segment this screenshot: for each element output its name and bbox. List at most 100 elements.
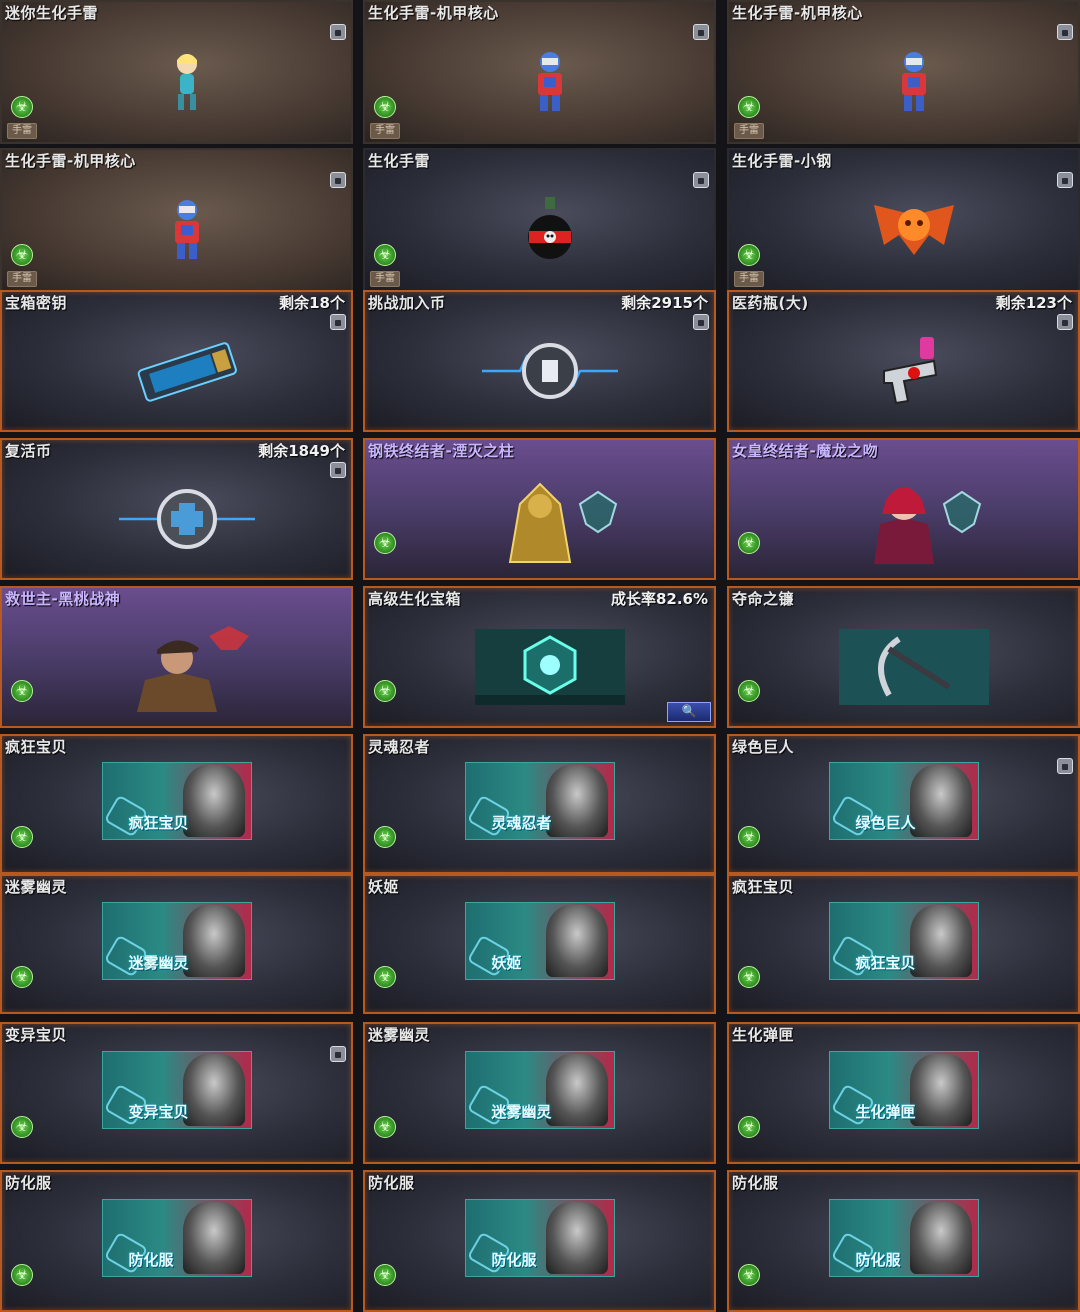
- item-name: 疯狂宝贝: [5, 738, 68, 756]
- character-portrait: [909, 765, 972, 838]
- item-type-tag: 手雷: [734, 123, 764, 139]
- inventory-slot[interactable]: 灵魂忍者 灵魂忍者 ☣: [363, 734, 716, 874]
- trash-lock-icon[interactable]: [693, 24, 709, 40]
- trash-lock-icon[interactable]: [330, 314, 346, 330]
- item-name: 生化手雷-小钢: [732, 152, 832, 170]
- magnify-button[interactable]: 🔍: [667, 702, 711, 722]
- banner-label: 防化服: [491, 1251, 537, 1270]
- red-queen-icon: [844, 474, 984, 568]
- item-name: 宝箱密钥: [5, 294, 68, 312]
- item-count: 剩余2915个: [621, 294, 708, 312]
- inventory-slot[interactable]: 生化手雷-机甲核心 ☣ 手雷: [727, 0, 1080, 144]
- biohazard-icon: ☣: [11, 244, 33, 266]
- banner-label: 防化服: [128, 1251, 174, 1270]
- trash-lock-icon[interactable]: [1057, 758, 1073, 774]
- inventory-slot[interactable]: 防化服 防化服 ☣: [0, 1170, 353, 1312]
- inventory-slot[interactable]: 绿色巨人 绿色巨人 ☣: [727, 734, 1080, 874]
- trash-lock-icon[interactable]: [693, 314, 709, 330]
- item-name: 救世主-黑桃战神: [5, 590, 121, 608]
- item-banner: 疯狂宝贝: [828, 902, 979, 981]
- inventory-slot[interactable]: 疯狂宝贝 疯狂宝贝 ☣: [727, 874, 1080, 1014]
- item-name: 生化手雷-机甲核心: [5, 152, 136, 170]
- orange-bat-icon: [869, 195, 959, 269]
- trash-lock-icon[interactable]: [330, 462, 346, 478]
- inventory-slot[interactable]: 妖姬 妖姬 ☣: [363, 874, 716, 1014]
- trash-lock-icon[interactable]: [1057, 172, 1073, 188]
- trash-lock-icon[interactable]: [693, 172, 709, 188]
- inventory-slot[interactable]: 生化手雷-机甲核心 ☣ 手雷: [363, 0, 716, 144]
- key-card-icon: [132, 338, 242, 408]
- inventory-slot[interactable]: 防化服 防化服 ☣: [727, 1170, 1080, 1312]
- banner-label: 妖姬: [491, 954, 522, 973]
- item-name: 防化服: [368, 1174, 415, 1192]
- item-name: 生化手雷: [368, 152, 431, 170]
- item-name: 生化手雷-机甲核心: [732, 4, 863, 22]
- item-count: 剩余18个: [279, 294, 345, 312]
- biohazard-icon: ☣: [11, 826, 33, 848]
- inventory-slot[interactable]: 钢铁终结者-湮灭之柱 ☣: [363, 438, 716, 580]
- inventory-slot[interactable]: 救世主-黑桃战神 ☣: [0, 586, 353, 728]
- inventory-slot[interactable]: 宝箱密钥 剩余18个: [0, 290, 353, 432]
- inventory-slot[interactable]: 女皇终结者-魔龙之吻 ☣: [727, 438, 1080, 580]
- banner-label: 疯狂宝贝: [855, 954, 916, 973]
- inventory-slot[interactable]: 疯狂宝贝 疯狂宝贝 ☣: [0, 734, 353, 874]
- item-name: 妖姬: [368, 878, 400, 896]
- inventory-slot[interactable]: 迷雾幽灵 迷雾幽灵 ☣: [363, 1022, 716, 1164]
- inventory-slot[interactable]: 夺命之镰 ☣: [727, 586, 1080, 728]
- mecha-doll-icon: [165, 197, 209, 267]
- trash-lock-icon[interactable]: [330, 1046, 346, 1062]
- inventory-slot[interactable]: 高级生化宝箱 成长率82.6% ☣ 🔍: [363, 586, 716, 728]
- inventory-slot[interactable]: 变异宝贝 变异宝贝 ☣: [0, 1022, 353, 1164]
- biohazard-icon: ☣: [738, 1116, 760, 1138]
- biohazard-icon: ☣: [738, 1264, 760, 1286]
- character-portrait: [909, 905, 972, 978]
- item-banner: 变异宝贝: [101, 1051, 252, 1130]
- inventory-slot[interactable]: 生化弹匣 生化弹匣 ☣: [727, 1022, 1080, 1164]
- item-name: 防化服: [5, 1174, 52, 1192]
- biohazard-icon: ☣: [11, 1116, 33, 1138]
- character-portrait: [909, 1202, 972, 1275]
- item-name: 迷雾幽灵: [5, 878, 68, 896]
- inventory-slot[interactable]: 挑战加入币 剩余2915个: [363, 290, 716, 432]
- character-portrait: [545, 905, 608, 978]
- biohazard-icon: ☣: [374, 1116, 396, 1138]
- item-name: 迷雾幽灵: [368, 1026, 431, 1044]
- banner-label: 迷雾幽灵: [491, 1103, 552, 1122]
- inventory-slot[interactable]: 复活币 剩余1849个: [0, 438, 353, 580]
- biohazard-icon: ☣: [374, 1264, 396, 1286]
- banner-label: 绿色巨人: [855, 814, 916, 833]
- item-banner: 疯狂宝贝: [101, 762, 252, 841]
- item-name: 高级生化宝箱: [368, 590, 462, 608]
- inventory-slot[interactable]: 医药瓶(大) 剩余123个: [727, 290, 1080, 432]
- revive-coin-icon: [117, 481, 257, 561]
- banner-label: 变异宝贝: [128, 1103, 189, 1122]
- inventory-slot[interactable]: 迷你生化手雷 ☣ 手雷: [0, 0, 353, 144]
- biohazard-icon: ☣: [374, 826, 396, 848]
- character-portrait: [909, 1054, 972, 1127]
- trash-lock-icon[interactable]: [1057, 314, 1073, 330]
- trash-lock-icon[interactable]: [330, 24, 346, 40]
- character-portrait: [182, 905, 245, 978]
- biohazard-icon: ☣: [738, 244, 760, 266]
- inventory-grid: 迷你生化手雷 ☣ 手雷 生化手雷-机甲核心 ☣ 手雷 生化手雷-机甲核心 ☣ 手雷 生化手雷-机甲…: [0, 0, 1080, 1312]
- inventory-slot[interactable]: 生化手雷 ☣ 手雷: [363, 148, 716, 292]
- inventory-slot[interactable]: 生化手雷-小钢 ☣ 手雷: [727, 148, 1080, 292]
- banner-label: 防化服: [855, 1251, 901, 1270]
- trash-lock-icon[interactable]: [1057, 24, 1073, 40]
- inventory-slot[interactable]: 防化服 防化服 ☣: [363, 1170, 716, 1312]
- medicine-gun-icon: [874, 331, 954, 415]
- inventory-slot[interactable]: 生化手雷-机甲核心 ☣ 手雷: [0, 148, 353, 292]
- character-portrait: [182, 1202, 245, 1275]
- trash-lock-icon[interactable]: [330, 172, 346, 188]
- item-banner: 防化服: [464, 1199, 615, 1278]
- item-banner: 生化弹匣: [828, 1051, 979, 1130]
- item-name: 挑战加入币: [368, 294, 446, 312]
- item-name: 绿色巨人: [732, 738, 795, 756]
- inventory-slot[interactable]: 迷雾幽灵 迷雾幽灵 ☣: [0, 874, 353, 1014]
- biohazard-icon: ☣: [738, 826, 760, 848]
- biohazard-icon: ☣: [738, 966, 760, 988]
- character-portrait: [545, 1054, 608, 1127]
- character-portrait: [182, 765, 245, 838]
- item-name: 复活币: [5, 442, 52, 460]
- item-count: 成长率82.6%: [610, 590, 708, 608]
